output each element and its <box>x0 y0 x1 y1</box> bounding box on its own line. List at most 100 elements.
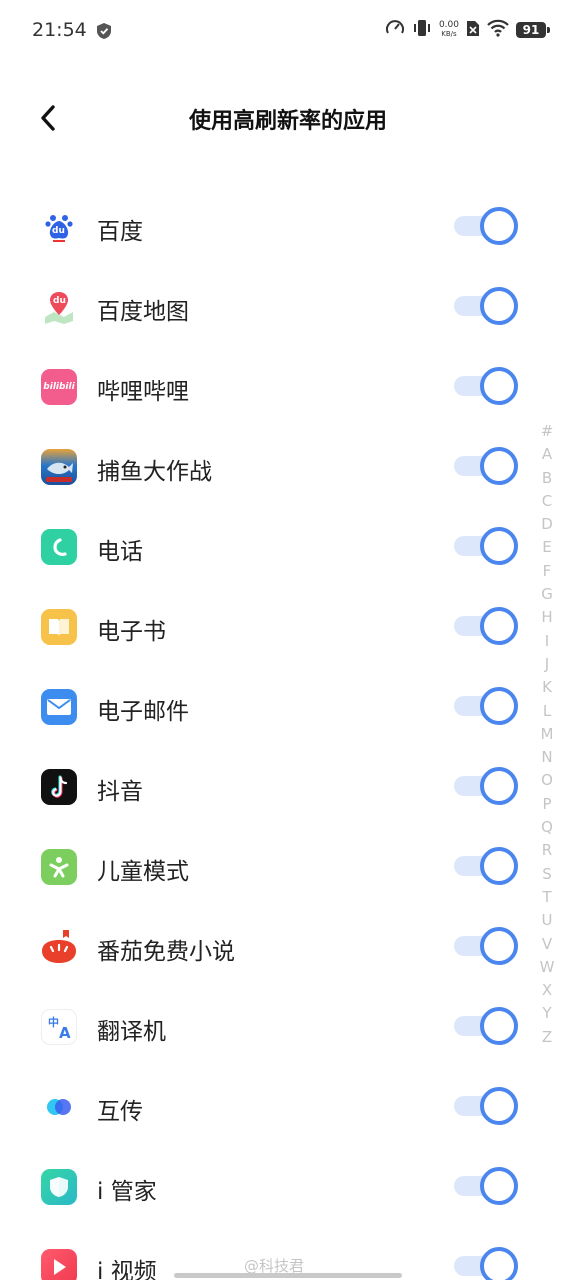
app-name: 电话 <box>97 539 143 565</box>
list-item: 番茄免费小说 <box>0 906 576 986</box>
list-item: du 百度 <box>0 186 576 266</box>
list-item: 电话 <box>0 506 576 586</box>
status-time: 21:54 <box>32 19 87 41</box>
baidu-map-icon: du <box>41 289 77 325</box>
app-name: 捕鱼大作战 <box>97 459 212 485</box>
list-item: 儿童模式 <box>0 826 576 906</box>
i-video-icon <box>41 1249 77 1280</box>
list-item: 捕鱼大作战 <box>0 426 576 506</box>
app-name: 番茄免费小说 <box>97 939 235 965</box>
index-letter[interactable]: X <box>536 979 558 1002</box>
toggle-ebook[interactable] <box>454 606 518 646</box>
toggle-knob <box>480 367 518 405</box>
toggle-baidu[interactable] <box>454 206 518 246</box>
index-letter[interactable]: J <box>536 653 558 676</box>
index-letter[interactable]: Q <box>536 816 558 839</box>
translator-icon-text-top: 中 <box>48 1016 59 1029</box>
toggle-knob <box>480 527 518 565</box>
app-name: 电子书 <box>97 619 166 645</box>
list-item: du 百度地图 <box>0 266 576 346</box>
toggle-knob <box>480 847 518 885</box>
index-letter[interactable]: F <box>536 560 558 583</box>
translator-icon: 中 A <box>41 1009 77 1045</box>
index-letter[interactable]: A <box>536 443 558 466</box>
index-letter[interactable]: G <box>536 583 558 606</box>
toggle-baidu-map[interactable] <box>454 286 518 326</box>
toggle-knob <box>480 1167 518 1205</box>
index-letter[interactable]: # <box>536 420 558 443</box>
index-letter[interactable]: C <box>536 490 558 513</box>
status-bar: 21:54 0.00 KB/s 91 <box>0 0 576 60</box>
page-title: 使用高刷新率的应用 <box>188 109 387 134</box>
vibrate-icon <box>412 18 432 42</box>
index-letter[interactable]: H <box>536 606 558 629</box>
tomato-novel-icon <box>41 929 77 965</box>
list-item: 电子邮件 <box>0 666 576 746</box>
index-letter[interactable]: E <box>536 536 558 559</box>
baidu-icon: du <box>41 209 77 245</box>
toggle-knob <box>480 1247 518 1280</box>
toggle-fishing-game[interactable] <box>454 446 518 486</box>
toggle-knob <box>480 207 518 245</box>
index-letter[interactable]: P <box>536 793 558 816</box>
list-item: 互传 <box>0 1066 576 1146</box>
toggle-i-manager[interactable] <box>454 1166 518 1206</box>
index-letter[interactable]: S <box>536 863 558 886</box>
index-letter[interactable]: I <box>536 630 558 653</box>
speedometer-icon <box>385 18 405 42</box>
index-letter[interactable]: R <box>536 839 558 862</box>
list-item: bilibili 哔哩哔哩 <box>0 346 576 426</box>
app-name: 翻译机 <box>97 1019 166 1045</box>
i-manager-icon <box>41 1169 77 1205</box>
toggle-translator[interactable] <box>454 1006 518 1046</box>
toggle-knob <box>480 927 518 965</box>
toggle-knob <box>480 687 518 725</box>
network-speed: 0.00 KB/s <box>439 21 459 39</box>
translator-icon-text-bottom: A <box>59 1024 71 1042</box>
index-letter[interactable]: D <box>536 513 558 536</box>
list-item: 中 A 翻译机 <box>0 986 576 1066</box>
bilibili-icon: bilibili <box>41 369 77 405</box>
index-letter[interactable]: V <box>536 933 558 956</box>
app-name: 哔哩哔哩 <box>97 379 189 405</box>
index-letter[interactable]: N <box>536 746 558 769</box>
toggle-share-transfer[interactable] <box>454 1086 518 1126</box>
index-letter[interactable]: Y <box>536 1002 558 1025</box>
index-letter[interactable]: M <box>536 723 558 746</box>
index-letter[interactable]: W <box>536 956 558 979</box>
home-indicator[interactable] <box>174 1273 402 1278</box>
share-transfer-icon <box>41 1089 77 1125</box>
list-item: i 管家 <box>0 1146 576 1226</box>
toggle-tomato-novel[interactable] <box>454 926 518 966</box>
battery-icon: 91 <box>516 22 550 38</box>
toggle-i-video[interactable] <box>454 1246 518 1280</box>
toggle-phone[interactable] <box>454 526 518 566</box>
wifi-icon <box>487 19 509 41</box>
baidu-icon-text: du <box>52 226 65 236</box>
app-name: 抖音 <box>97 779 143 805</box>
kids-mode-icon <box>41 849 77 885</box>
toggle-knob <box>480 287 518 325</box>
app-name: 儿童模式 <box>97 859 189 885</box>
toggle-douyin[interactable] <box>454 766 518 806</box>
toggle-kids-mode[interactable] <box>454 846 518 886</box>
list-item: 电子书 <box>0 586 576 666</box>
index-letter[interactable]: T <box>536 886 558 909</box>
app-name: i 视频 <box>97 1259 157 1280</box>
index-letter[interactable]: O <box>536 769 558 792</box>
toggle-email[interactable] <box>454 686 518 726</box>
douyin-icon <box>41 769 77 805</box>
toggle-knob <box>480 447 518 485</box>
index-letter[interactable]: U <box>536 909 558 932</box>
phone-icon <box>41 529 77 565</box>
no-sim-icon <box>466 19 480 41</box>
app-name: i 管家 <box>97 1179 157 1205</box>
index-letter[interactable]: Z <box>536 1026 558 1049</box>
status-icons: 0.00 KB/s 91 <box>385 18 550 42</box>
toggle-bilibili[interactable] <box>454 366 518 406</box>
alphabet-index[interactable]: # A B C D E F G H I J K L M N O P Q R S T U V W X Y Z <box>536 420 558 1049</box>
index-letter[interactable]: K <box>536 676 558 699</box>
app-name: 电子邮件 <box>97 699 189 725</box>
index-letter[interactable]: B <box>536 467 558 490</box>
index-letter[interactable]: L <box>536 700 558 723</box>
